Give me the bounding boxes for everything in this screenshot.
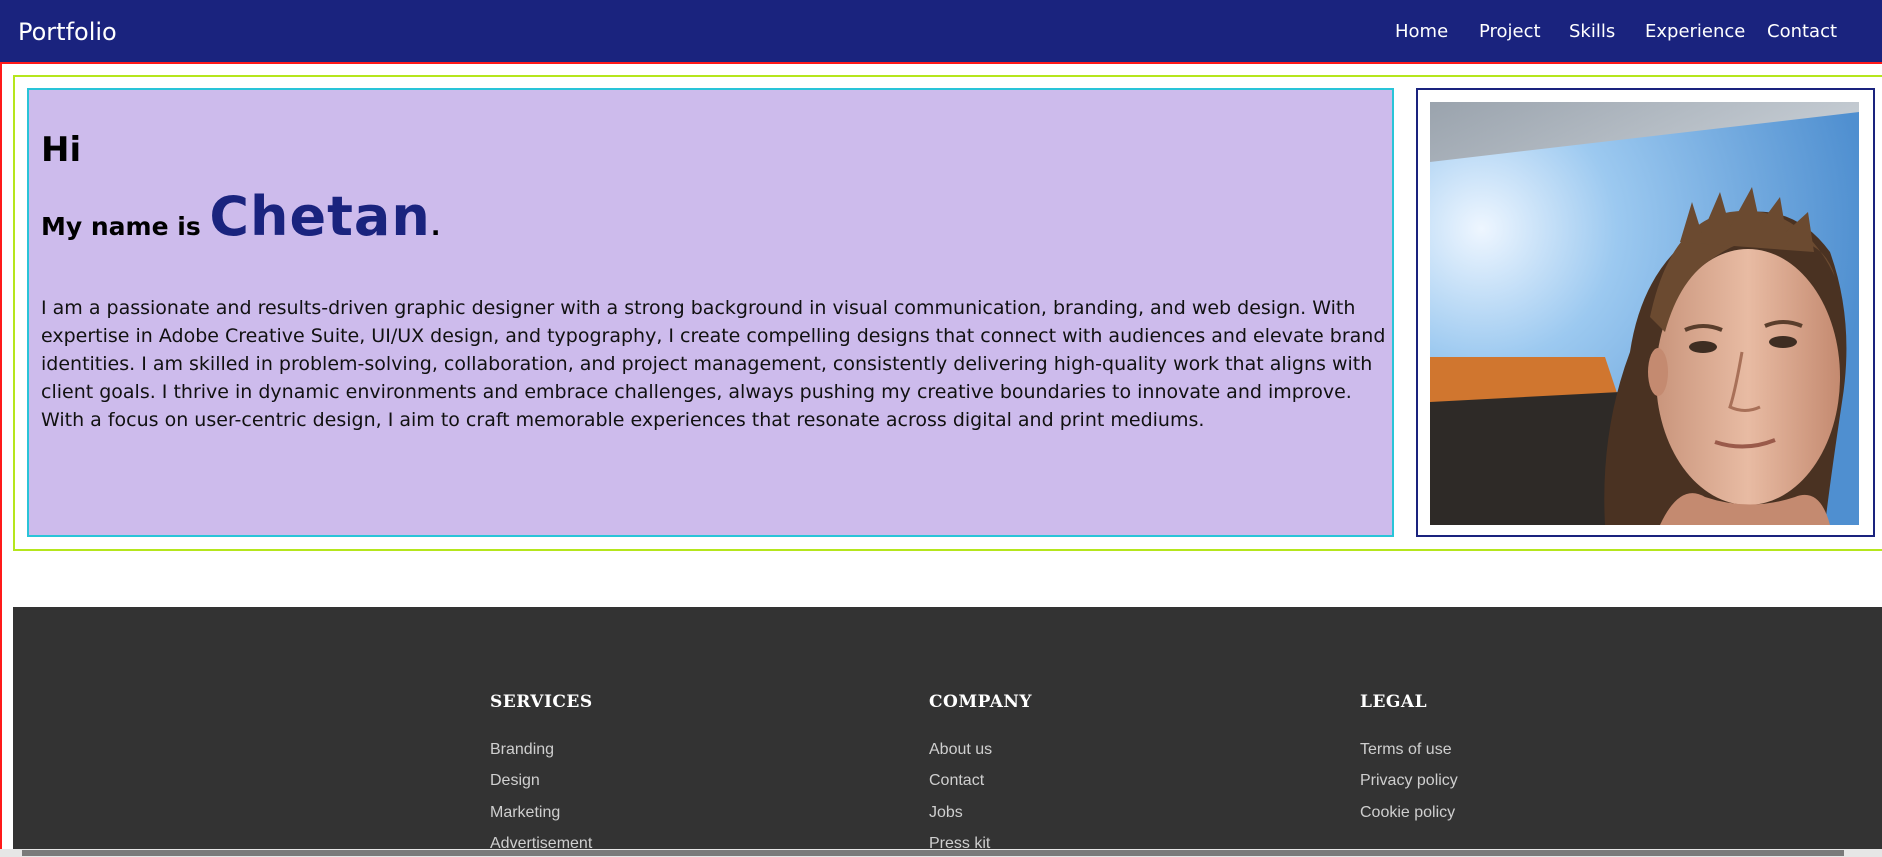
nav-skills[interactable]: Skills (1569, 20, 1615, 44)
intro-card: Hi My name is Chetan. I am a passionate … (27, 88, 1394, 537)
name-highlight: Chetan (209, 185, 431, 248)
footer-link-contact[interactable]: Contact (929, 772, 984, 790)
footer-heading-services: SERVICES (490, 692, 593, 712)
name-suffix: . (430, 212, 441, 241)
scrollbar-thumb[interactable] (22, 850, 1844, 856)
footer-link-terms[interactable]: Terms of use (1360, 741, 1452, 759)
footer-link-branding[interactable]: Branding (490, 741, 554, 759)
footer-link-privacy[interactable]: Privacy policy (1360, 772, 1458, 790)
footer-heading-company: COMPANY (929, 692, 1033, 712)
name-heading: My name is Chetan. (41, 190, 441, 244)
footer-heading-legal: LEGAL (1360, 692, 1428, 712)
nav-project[interactable]: Project (1479, 20, 1541, 44)
brand-logo[interactable]: Portfolio (18, 18, 117, 46)
nav-home[interactable]: Home (1395, 20, 1448, 44)
photo-frame (1416, 88, 1875, 537)
horizontal-scrollbar[interactable] (0, 849, 1882, 857)
top-navbar: Portfolio Home Project Skills Experience… (0, 0, 1882, 62)
bio-paragraph: I am a passionate and results-driven gra… (41, 297, 1386, 431)
name-prefix: My name is (41, 212, 210, 241)
footer-link-jobs[interactable]: Jobs (929, 804, 963, 822)
site-footer: SERVICES Branding Design Marketing Adver… (13, 607, 1882, 857)
footer-link-marketing[interactable]: Marketing (490, 804, 560, 822)
profile-photo (1430, 102, 1859, 525)
nav-contact[interactable]: Contact (1767, 20, 1837, 44)
footer-link-cookie[interactable]: Cookie policy (1360, 804, 1455, 822)
greeting-heading: Hi (41, 130, 82, 170)
footer-link-about-us[interactable]: About us (929, 741, 992, 759)
nav-experience[interactable]: Experience (1645, 20, 1745, 44)
footer-link-design[interactable]: Design (490, 772, 540, 790)
